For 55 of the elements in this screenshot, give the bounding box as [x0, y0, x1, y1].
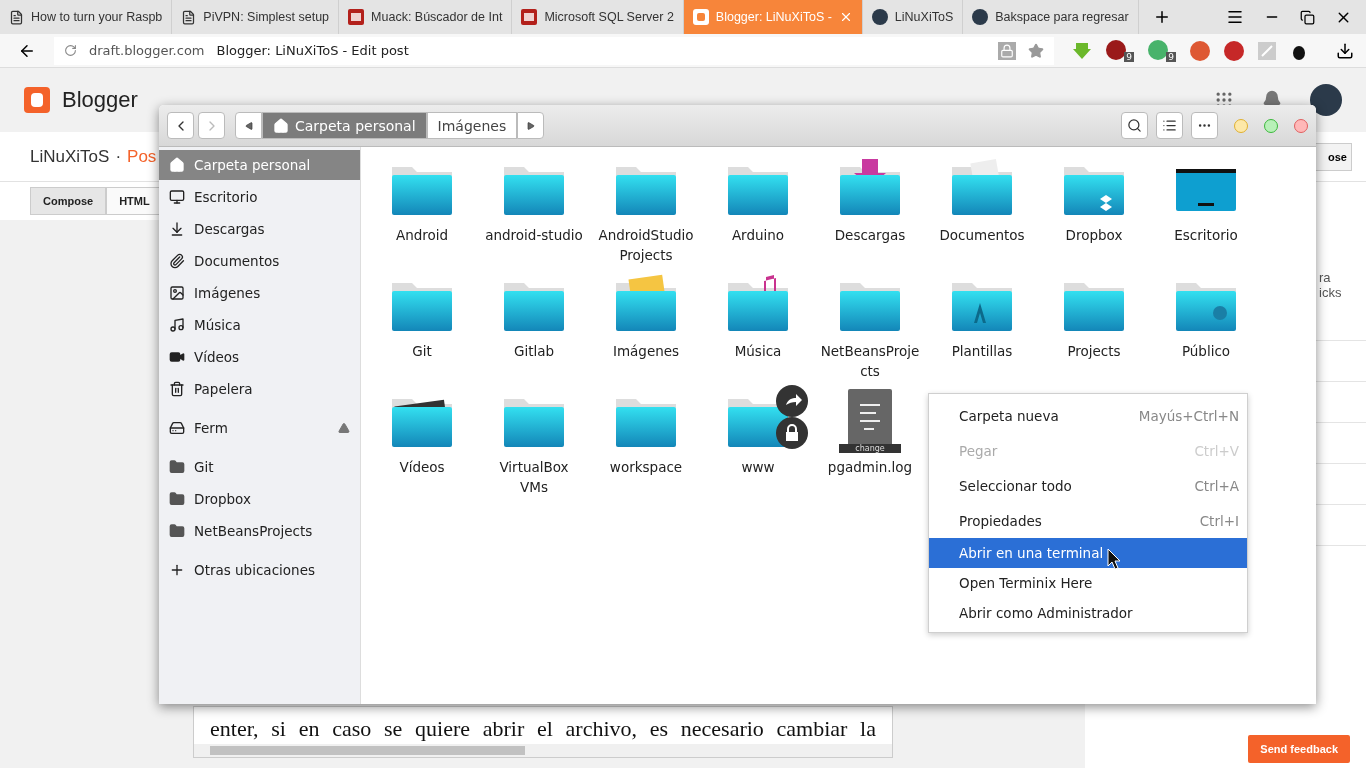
file-name[interactable]: NetBeansProje cts: [820, 341, 920, 381]
file-name[interactable]: AndroidStudio Projects: [596, 225, 696, 265]
menu-item[interactable]: Propiedades Ctrl+I: [929, 503, 1247, 538]
file-name[interactable]: workspace: [596, 457, 696, 477]
file-name[interactable]: Git: [372, 341, 472, 361]
sidebar-item[interactable]: Dropbox: [159, 484, 360, 514]
menu-item[interactable]: Abrir en una terminal: [929, 538, 1247, 568]
menu-item[interactable]: Carpeta nueva Mayús+Ctrl+N: [929, 398, 1247, 433]
file-name[interactable]: pgadmin.log: [820, 457, 920, 477]
file-name[interactable]: Vídeos: [372, 457, 472, 477]
menu-item[interactable]: Open Terminix Here: [929, 568, 1247, 598]
menu-item[interactable]: Abrir como Administrador: [929, 598, 1247, 628]
sidebar-item[interactable]: Carpeta personal: [159, 150, 360, 180]
sidebar-item[interactable]: Git: [159, 452, 360, 482]
brand-name[interactable]: Blogger: [62, 87, 138, 113]
file-name[interactable]: Gitlab: [484, 341, 584, 361]
file-name[interactable]: android-studio: [484, 225, 584, 245]
sidebar-item[interactable]: NetBeansProjects: [159, 516, 360, 546]
sidebar-item[interactable]: Documentos: [159, 246, 360, 276]
panel-text: icks: [1318, 285, 1343, 300]
sidebar-item[interactable]: Música: [159, 310, 360, 340]
sidebar-item[interactable]: Vídeos: [159, 342, 360, 372]
blog-name[interactable]: LiNuXiToS: [30, 146, 110, 167]
sidebar-item[interactable]: Imágenes: [159, 278, 360, 308]
file-name[interactable]: Android: [372, 225, 472, 245]
file-name[interactable]: Descargas: [820, 225, 920, 245]
separator-dot: ·: [115, 146, 122, 167]
sidebar-item[interactable]: Ferm: [159, 413, 360, 443]
file-name[interactable]: Documentos: [932, 225, 1032, 245]
file-name[interactable]: Público: [1156, 341, 1256, 361]
sidebar-item[interactable]: Papelera: [159, 374, 360, 404]
sidebar-item[interactable]: Descargas: [159, 214, 360, 244]
mode-tab[interactable]: Compose: [30, 187, 107, 215]
file-name[interactable]: Plantillas: [932, 341, 1032, 361]
menu-item[interactable]: Seleccionar todo Ctrl+A: [929, 468, 1247, 503]
file-name[interactable]: Dropbox: [1044, 225, 1144, 245]
panel-text: ra: [1318, 270, 1332, 285]
url-host: draft.blogger.com: [89, 43, 205, 58]
file-name[interactable]: www: [708, 457, 808, 477]
path-button[interactable]: Imágenes: [426, 112, 518, 139]
post-editor[interactable]: enter, si en caso se quiere abrir el archivo, es necesario cambiar la: [193, 706, 893, 758]
file-name[interactable]: Escritorio: [1156, 225, 1256, 245]
file-name[interactable]: VirtualBox VMs: [484, 457, 584, 497]
file-name[interactable]: Projects: [1044, 341, 1144, 361]
file-icon-label: change: [839, 444, 901, 453]
file-name[interactable]: Imágenes: [596, 341, 696, 361]
path-button[interactable]: Carpeta personal: [262, 112, 427, 139]
editor-text-line: enter, si en caso se quiere abrir el archivo, es necesario cambiar la: [209, 716, 877, 741]
file-name[interactable]: Música: [708, 341, 808, 361]
extension-badge: 9: [1124, 51, 1134, 62]
sidebar-item[interactable]: Otras ubicaciones: [159, 555, 360, 585]
page-title: Blogger: LiNuXiToS - Edit post: [216, 43, 409, 58]
extension-badge: 9: [1166, 51, 1176, 62]
address-bar[interactable]: draft.blogger.com Blogger: LiNuXiToS - Edit post: [54, 36, 1054, 65]
file-name[interactable]: Arduino: [708, 225, 808, 245]
